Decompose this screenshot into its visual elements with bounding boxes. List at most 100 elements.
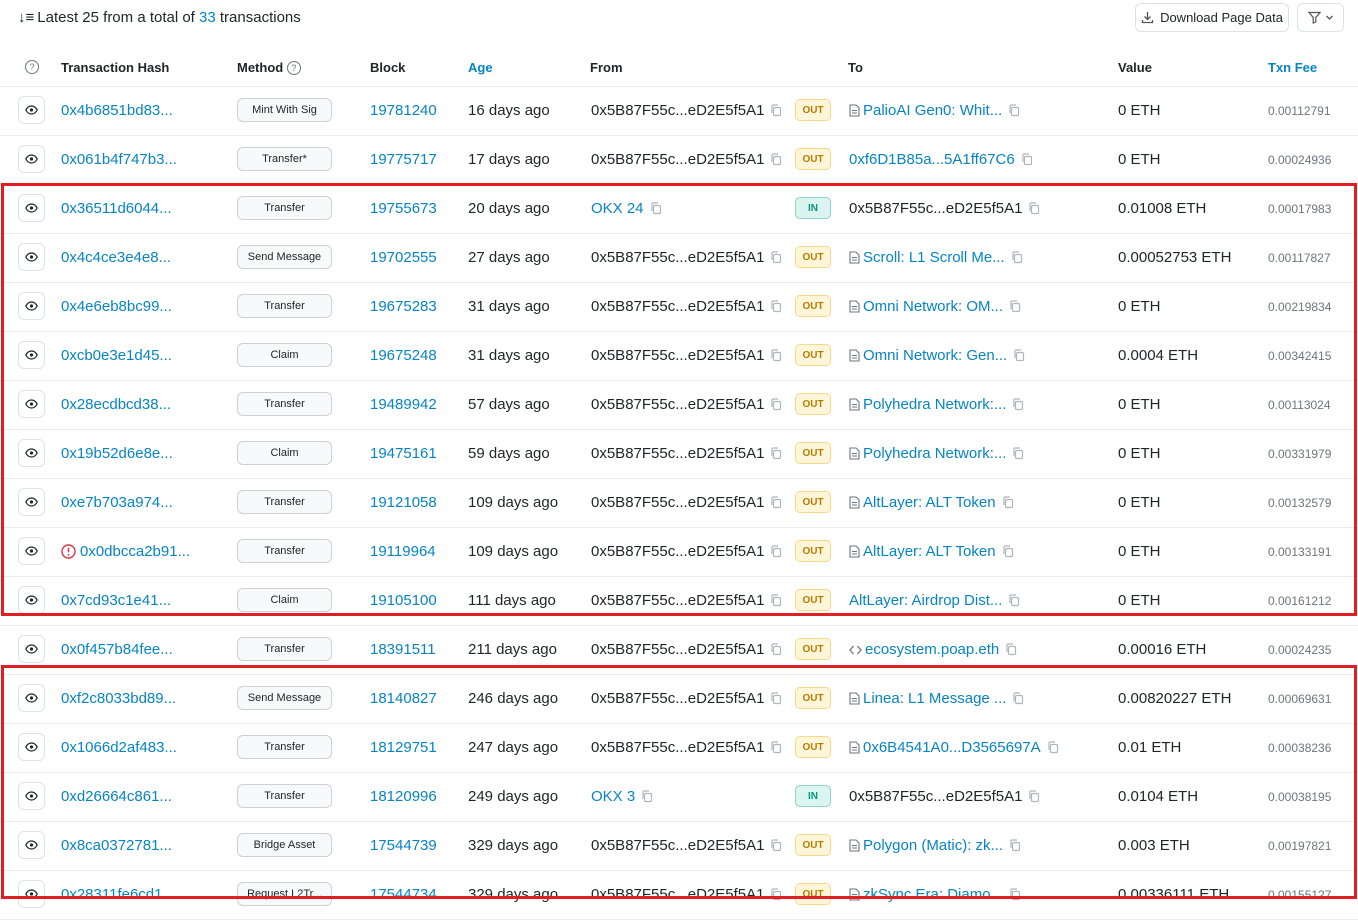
- copy-icon[interactable]: [770, 692, 782, 705]
- block-link[interactable]: 19781240: [370, 102, 437, 119]
- block-link[interactable]: 19702555: [370, 249, 437, 266]
- to-address[interactable]: 0xf6D1B85a...5A1ff67C6: [849, 151, 1015, 168]
- view-details-button[interactable]: [18, 586, 45, 614]
- copy-icon[interactable]: [1013, 349, 1025, 362]
- block-link[interactable]: 18140827: [370, 690, 437, 707]
- copy-icon[interactable]: [770, 447, 782, 460]
- block-link[interactable]: 19675283: [370, 298, 437, 315]
- to-address[interactable]: Linea: L1 Message ...: [863, 690, 1006, 707]
- sort-desc-icon[interactable]: ↓≡: [18, 9, 34, 26]
- view-details-button[interactable]: [18, 243, 45, 271]
- filter-dropdown-button[interactable]: [1297, 3, 1344, 32]
- help-icon[interactable]: ?: [25, 59, 39, 74]
- to-address[interactable]: PalioAI Gen0: Whit...: [863, 102, 1002, 119]
- block-link[interactable]: 19675248: [370, 347, 437, 364]
- view-details-button[interactable]: [18, 439, 45, 467]
- col-age[interactable]: Age: [468, 60, 493, 75]
- view-details-button[interactable]: [18, 684, 45, 712]
- copy-icon[interactable]: [770, 104, 782, 117]
- block-link[interactable]: 18391511: [370, 641, 436, 658]
- block-link[interactable]: 19119964: [370, 543, 436, 560]
- view-details-button[interactable]: [18, 537, 45, 565]
- copy-icon[interactable]: [1005, 643, 1017, 656]
- copy-icon[interactable]: [770, 839, 782, 852]
- copy-icon[interactable]: [1009, 888, 1021, 901]
- to-address[interactable]: Polyhedra Network:...: [863, 445, 1006, 462]
- tx-hash-link[interactable]: 0x0dbcca2b91...: [80, 543, 190, 560]
- to-address[interactable]: Polyhedra Network:...: [863, 396, 1006, 413]
- block-link[interactable]: 19489942: [370, 396, 437, 413]
- copy-icon[interactable]: [1047, 741, 1059, 754]
- copy-icon[interactable]: [770, 594, 782, 607]
- copy-icon[interactable]: [770, 888, 782, 901]
- copy-icon[interactable]: [770, 496, 782, 509]
- to-address[interactable]: 0x6B4541A0...D3565697A: [863, 739, 1041, 756]
- copy-icon[interactable]: [650, 202, 662, 215]
- block-link[interactable]: 19105100: [370, 592, 437, 609]
- from-address[interactable]: OKX 3: [591, 788, 635, 805]
- block-link[interactable]: 19775717: [370, 151, 437, 168]
- tx-hash-link[interactable]: 0x4e6eb8bc99...: [61, 298, 172, 315]
- to-address[interactable]: AltLayer: ALT Token: [863, 494, 996, 511]
- download-page-data-button[interactable]: Download Page Data: [1135, 3, 1289, 32]
- view-details-button[interactable]: [18, 782, 45, 810]
- block-link[interactable]: 17544734: [370, 886, 437, 903]
- view-details-button[interactable]: [18, 831, 45, 859]
- tx-hash-link[interactable]: 0x19b52d6e8e...: [61, 445, 173, 462]
- copy-icon[interactable]: [770, 741, 782, 754]
- copy-icon[interactable]: [1008, 104, 1020, 117]
- tx-hash-link[interactable]: 0x28311fe6cd1...: [61, 886, 175, 903]
- to-address[interactable]: ecosystem.poap.eth: [865, 641, 999, 658]
- to-address[interactable]: Omni Network: Gen...: [863, 347, 1007, 364]
- tx-hash-link[interactable]: 0x7cd93c1e41...: [61, 592, 171, 609]
- copy-icon[interactable]: [770, 349, 782, 362]
- copy-icon[interactable]: [1002, 545, 1014, 558]
- view-details-button[interactable]: [18, 635, 45, 663]
- copy-icon[interactable]: [770, 398, 782, 411]
- view-details-button[interactable]: [18, 194, 45, 222]
- to-address[interactable]: Scroll: L1 Scroll Me...: [863, 249, 1005, 266]
- block-link[interactable]: 19121058: [370, 494, 437, 511]
- to-address[interactable]: zkSync Era: Diamo...: [863, 886, 1003, 903]
- tx-hash-link[interactable]: 0x28ecdbcd38...: [61, 396, 171, 413]
- tx-hash-link[interactable]: 0x4b6851bd83...: [61, 102, 173, 119]
- copy-icon[interactable]: [1012, 447, 1024, 460]
- block-link[interactable]: 17544739: [370, 837, 437, 854]
- view-details-button[interactable]: [18, 96, 45, 124]
- tx-hash-link[interactable]: 0x8ca0372781...: [61, 837, 172, 854]
- copy-icon[interactable]: [1011, 251, 1023, 264]
- view-details-button[interactable]: [18, 880, 45, 908]
- copy-icon[interactable]: [770, 643, 782, 656]
- to-address[interactable]: AltLayer: ALT Token: [863, 543, 996, 560]
- copy-icon[interactable]: [641, 790, 653, 803]
- tx-hash-link[interactable]: 0x36511d6044...: [61, 200, 172, 217]
- copy-icon[interactable]: [1028, 202, 1040, 215]
- view-details-button[interactable]: [18, 488, 45, 516]
- view-details-button[interactable]: [18, 390, 45, 418]
- tx-hash-link[interactable]: 0xd26664c861...: [61, 788, 172, 805]
- block-link[interactable]: 19755673: [370, 200, 437, 217]
- from-address[interactable]: OKX 24: [591, 200, 644, 217]
- tx-hash-link[interactable]: 0xcb0e3e1d45...: [61, 347, 172, 364]
- view-details-button[interactable]: [18, 341, 45, 369]
- copy-icon[interactable]: [1028, 790, 1040, 803]
- copy-icon[interactable]: [1012, 692, 1024, 705]
- method-help-icon[interactable]: ?: [286, 61, 301, 75]
- tx-hash-link[interactable]: 0x061b4f747b3...: [61, 151, 177, 168]
- view-details-button[interactable]: [18, 145, 45, 173]
- to-address[interactable]: Omni Network: OM...: [863, 298, 1003, 315]
- copy-icon[interactable]: [1009, 300, 1021, 313]
- copy-icon[interactable]: [770, 545, 782, 558]
- to-address[interactable]: Polygon (Matic): zk...: [863, 837, 1003, 854]
- copy-icon[interactable]: [1002, 496, 1014, 509]
- copy-icon[interactable]: [1012, 398, 1024, 411]
- col-txn-fee[interactable]: Txn Fee: [1268, 60, 1317, 75]
- view-details-button[interactable]: [18, 733, 45, 761]
- to-address[interactable]: AltLayer: Airdrop Dist...: [849, 592, 1002, 609]
- view-details-button[interactable]: [18, 292, 45, 320]
- copy-icon[interactable]: [1008, 594, 1020, 607]
- block-link[interactable]: 19475161: [370, 445, 437, 462]
- tx-hash-link[interactable]: 0x4c4ce3e4e8...: [61, 249, 171, 266]
- tx-hash-link[interactable]: 0xf2c8033bd89...: [61, 690, 176, 707]
- tx-hash-link[interactable]: 0x1066d2af483...: [61, 739, 177, 756]
